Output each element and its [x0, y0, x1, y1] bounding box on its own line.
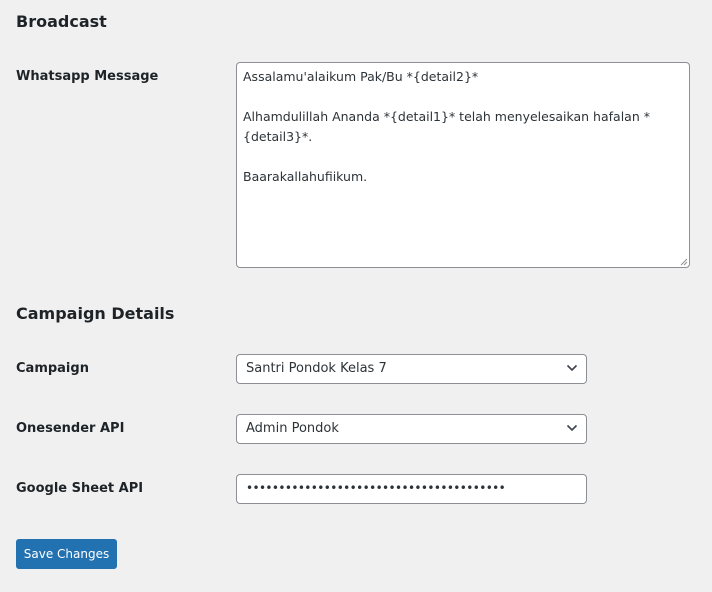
onesender-api-label: Onesender API: [16, 421, 125, 436]
resize-grip-icon[interactable]: [680, 258, 688, 266]
campaign-select[interactable]: Santri Pondok Kelas 7: [236, 354, 587, 384]
campaign-select-value: Santri Pondok Kelas 7: [246, 361, 387, 376]
message-line: Alhamdulillah Ananda *{detail1}* telah m…: [243, 109, 650, 124]
google-sheet-api-label: Google Sheet API: [16, 481, 144, 496]
campaign-label: Campaign: [16, 361, 89, 376]
message-line: Assalamu'alaikum Pak/Bu *{detail2}*: [243, 69, 479, 84]
onesender-api-select[interactable]: Admin Pondok: [236, 414, 587, 444]
whatsapp-message-textarea[interactable]: Assalamu'alaikum Pak/Bu *{detail2}* Alha…: [236, 62, 690, 268]
whatsapp-message-label: Whatsapp Message: [16, 69, 159, 84]
google-sheet-api-password-field[interactable]: ••••••••••••••••••••••••••••••••••••••••: [236, 474, 587, 504]
chevron-down-icon: [566, 424, 578, 432]
broadcast-section-title: Broadcast: [16, 12, 107, 31]
message-line: [243, 87, 683, 107]
message-line: Baarakallahufiikum.: [243, 169, 368, 184]
campaign-details-section-title: Campaign Details: [16, 304, 175, 323]
message-line: [243, 147, 683, 167]
save-changes-button[interactable]: Save Changes: [16, 539, 117, 569]
onesender-api-select-value: Admin Pondok: [246, 421, 339, 436]
chevron-down-icon: [566, 364, 578, 372]
message-line: {detail3}*.: [243, 129, 313, 144]
